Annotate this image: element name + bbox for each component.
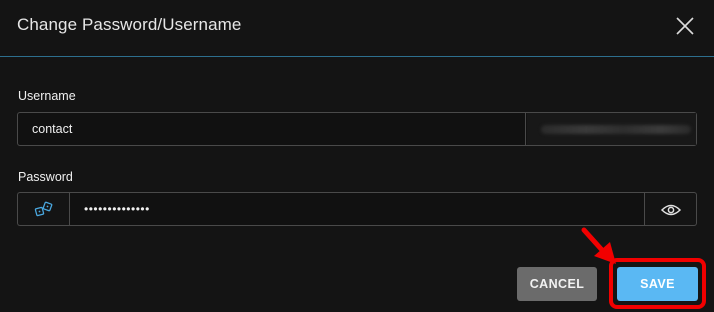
cancel-button[interactable]: CANCEL bbox=[517, 267, 597, 301]
close-icon bbox=[676, 17, 694, 35]
dialog-title: Change Password/Username bbox=[17, 15, 242, 34]
username-input[interactable] bbox=[18, 113, 526, 145]
username-label: Username bbox=[18, 89, 76, 103]
password-label: Password bbox=[18, 170, 73, 184]
username-field-group bbox=[17, 112, 697, 146]
close-button[interactable] bbox=[673, 14, 697, 38]
blurred-suffix-text bbox=[541, 125, 691, 134]
dialog-header: Change Password/Username bbox=[0, 0, 714, 57]
username-domain-suffix bbox=[527, 113, 696, 145]
password-input[interactable] bbox=[69, 192, 645, 226]
change-credentials-dialog: Change Password/Username Username Passwo… bbox=[0, 0, 714, 312]
generate-password-button[interactable] bbox=[17, 192, 69, 226]
show-password-button[interactable] bbox=[645, 192, 697, 226]
red-arrow-annotation bbox=[581, 227, 616, 264]
eye-icon bbox=[660, 204, 682, 216]
dice-icon bbox=[34, 201, 53, 217]
save-button[interactable]: SAVE bbox=[617, 267, 698, 301]
